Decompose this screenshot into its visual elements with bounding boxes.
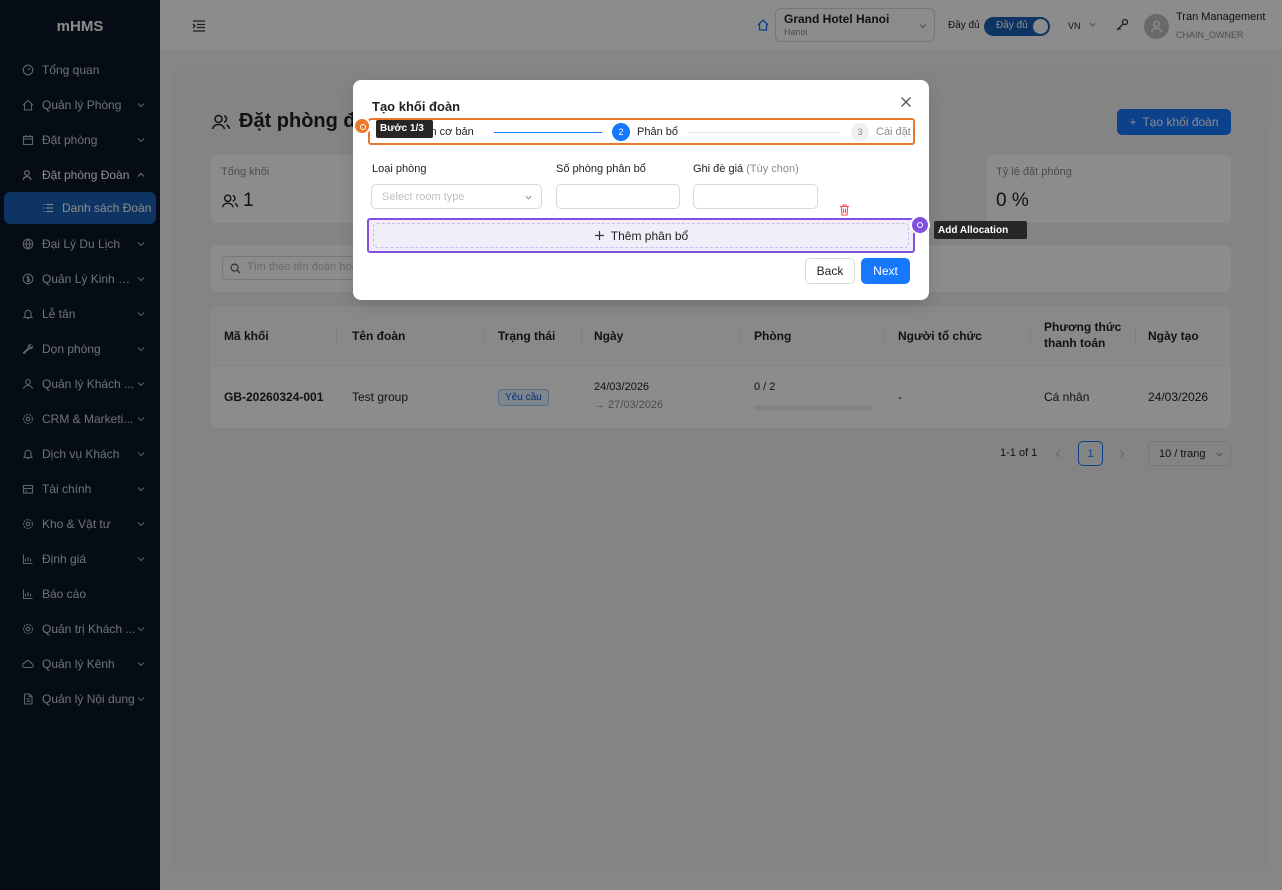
room-type-placeholder: Select room type (382, 191, 465, 203)
room-type-label: Loại phòng (372, 163, 427, 175)
next-button[interactable]: Next (861, 258, 910, 284)
rate-override-text: Ghi đè giá (693, 163, 744, 175)
back-button[interactable]: Back (805, 258, 855, 284)
chevron-down-icon (525, 195, 532, 200)
step-tooltip: Bước 1/3 (376, 120, 433, 138)
rate-override-input[interactable] (693, 184, 818, 209)
step-connector (688, 132, 840, 133)
step-3-label: Cài đặt (876, 126, 911, 138)
add-allocation-tooltip: Add Allocation (934, 221, 1027, 239)
rooms-allocated-input[interactable] (556, 184, 680, 209)
allocation-marker-icon (910, 215, 930, 235)
add-allocation-highlight: Thêm phân bổ (367, 218, 915, 253)
add-allocation-button[interactable]: Thêm phân bổ (373, 223, 909, 248)
steps-indicator: tin cơ bản 2 Phân bổ 3 Cài đặt (368, 118, 915, 145)
rooms-allocated-label: Số phòng phân bổ (556, 163, 646, 175)
delete-icon[interactable] (839, 204, 850, 216)
step-connector (494, 132, 602, 133)
step-2-label: Phân bổ (637, 126, 678, 138)
step-2-number: 2 (612, 123, 630, 141)
plus-icon (594, 231, 604, 240)
optional-hint: (Tùy chọn) (746, 163, 799, 175)
rate-override-label: Ghi đè giá (Tùy chọn) (693, 163, 799, 175)
modal-title: Tạo khối đoàn (372, 99, 461, 114)
close-icon[interactable] (900, 96, 912, 108)
create-block-modal: Tạo khối đoàn tin cơ bản 2 Phân bổ 3 Cài… (353, 80, 930, 300)
step-marker-icon (353, 117, 371, 135)
add-allocation-label: Thêm phân bổ (610, 228, 689, 243)
step-3-number: 3 (851, 123, 869, 141)
room-type-select[interactable]: Select room type (371, 184, 542, 209)
